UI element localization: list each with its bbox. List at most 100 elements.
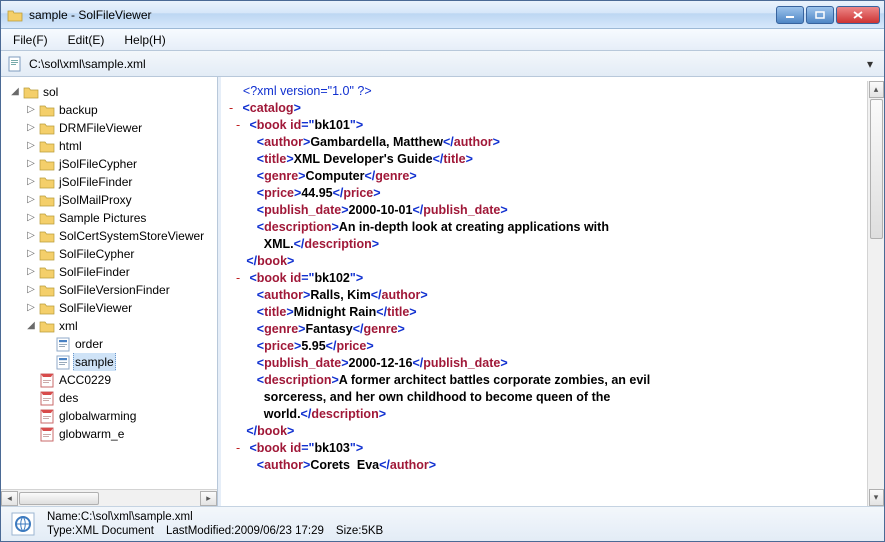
menu-help[interactable]: Help(H)	[116, 31, 173, 49]
tree-panel: ◢sol▷backup▷DRMFileViewer▷html▷jSolFileC…	[1, 77, 218, 506]
tree-item-des[interactable]: des	[3, 389, 215, 407]
h-scroll-thumb[interactable]	[19, 492, 99, 505]
path-text[interactable]: C:\sol\xml\sample.xml	[29, 57, 856, 71]
tree-node-icon	[55, 355, 71, 369]
tree-node-icon	[39, 373, 55, 387]
tree-node-label: sol	[41, 83, 60, 101]
tree-node-label: globwarm_e	[57, 425, 126, 443]
tree-h-scrollbar[interactable]: ◂ ▸	[1, 489, 217, 506]
tree-folder[interactable]: ▷ SolFileViewer	[3, 299, 215, 317]
tree-folder[interactable]: ▷ jSolFileCypher	[3, 155, 215, 173]
tree-node-icon	[39, 211, 55, 225]
xml-viewer-panel: <?xml version="1.0" ?> - <catalog> - <bo…	[218, 77, 884, 506]
tree-node-icon	[23, 85, 39, 99]
app-window: sample - SolFileViewer File(F) Edit(E) H…	[0, 0, 885, 542]
tree-node-icon	[39, 319, 55, 333]
tree-node-icon	[39, 121, 55, 135]
status-size-value: 5KB	[361, 525, 383, 537]
tree-folder[interactable]: ▷ Sample Pictures	[3, 209, 215, 227]
status-details: Name:C:\sol\xml\sample.xml Type:XML Docu…	[47, 510, 383, 538]
scroll-down-button[interactable]: ▾	[869, 489, 884, 506]
tree-node-label: SolFileCypher	[57, 245, 136, 263]
tree-node-label: jSolFileCypher	[57, 155, 139, 173]
tree-node-label: jSolMailProxy	[57, 191, 134, 209]
folder-tree[interactable]: ◢sol▷backup▷DRMFileViewer▷html▷jSolFileC…	[1, 81, 217, 489]
tree-node-label: order	[73, 335, 105, 353]
scroll-left-button[interactable]: ◂	[1, 491, 18, 506]
tree-node-label: xml	[57, 317, 80, 335]
tree-node-label: globalwarming	[57, 407, 138, 425]
tree-node-icon	[39, 247, 55, 261]
maximize-button[interactable]	[806, 6, 834, 24]
tree-toggle-icon[interactable]: ▷	[25, 101, 37, 119]
tree-node-label: ACC0229	[57, 371, 113, 389]
tree-node-icon	[39, 229, 55, 243]
tree-toggle-icon[interactable]: ▷	[25, 227, 37, 245]
window-title: sample - SolFileViewer	[27, 8, 776, 22]
tree-toggle-icon[interactable]: ▷	[25, 173, 37, 191]
tree-folder-root[interactable]: ◢ sol	[3, 83, 215, 101]
close-button[interactable]	[836, 6, 880, 24]
tree-toggle-icon[interactable]: ◢	[9, 83, 21, 101]
scroll-right-button[interactable]: ▸	[200, 491, 217, 506]
tree-toggle-icon[interactable]: ▷	[25, 281, 37, 299]
tree-node-icon	[39, 139, 55, 153]
tree-toggle-icon[interactable]: ▷	[25, 299, 37, 317]
tree-toggle-icon[interactable]: ▷	[25, 245, 37, 263]
tree-node-label: SolFileViewer	[57, 299, 134, 317]
menu-file[interactable]: File(F)	[5, 31, 56, 49]
tree-node-icon	[39, 103, 55, 117]
tree-node-icon	[55, 337, 71, 351]
tree-node-icon	[39, 409, 55, 423]
tree-toggle-icon[interactable]: ▷	[25, 137, 37, 155]
tree-node-icon	[39, 175, 55, 189]
tree-toggle-icon[interactable]: ▷	[25, 119, 37, 137]
tree-folder-xml[interactable]: ◢ xml	[3, 317, 215, 335]
tree-node-label: jSolFileFinder	[57, 173, 134, 191]
tree-node-icon	[39, 265, 55, 279]
tree-toggle-icon[interactable]: ▷	[25, 155, 37, 173]
tree-folder[interactable]: ▷ jSolMailProxy	[3, 191, 215, 209]
tree-item-order[interactable]: order	[3, 335, 215, 353]
pathbar: C:\sol\xml\sample.xml ▾	[1, 51, 884, 77]
tree-folder[interactable]: ▷DRMFileViewer	[3, 119, 215, 137]
tree-node-label: SolFileVersionFinder	[57, 281, 172, 299]
tree-node-icon	[39, 283, 55, 297]
tree-folder[interactable]: ▷ SolFileFinder	[3, 263, 215, 281]
menubar: File(F) Edit(E) Help(H)	[1, 29, 884, 51]
tree-folder[interactable]: ▷html	[3, 137, 215, 155]
tree-folder[interactable]: ▷ SolFileVersionFinder	[3, 281, 215, 299]
tree-node-icon	[39, 301, 55, 315]
tree-node-icon	[39, 391, 55, 405]
tree-node-label: SolFileFinder	[57, 263, 132, 281]
tree-item-ACC0229[interactable]: ACC0229	[3, 371, 215, 389]
v-scroll-thumb[interactable]	[870, 99, 883, 239]
tree-node-icon	[39, 193, 55, 207]
tree-node-label: Sample Pictures	[57, 209, 148, 227]
tree-node-icon	[39, 427, 55, 441]
tree-item-globwarm_e[interactable]: globwarm_e	[3, 425, 215, 443]
viewer-v-scrollbar[interactable]: ▴ ▾	[867, 81, 884, 506]
path-dropdown-icon[interactable]: ▾	[862, 57, 878, 71]
tree-node-icon	[39, 157, 55, 171]
titlebar: sample - SolFileViewer	[1, 1, 884, 29]
tree-item-globalwarming[interactable]: globalwarming	[3, 407, 215, 425]
tree-toggle-icon[interactable]: ▷	[25, 191, 37, 209]
main-body: ◢sol▷backup▷DRMFileViewer▷html▷jSolFileC…	[1, 77, 884, 507]
tree-toggle-icon[interactable]: ▷	[25, 209, 37, 227]
status-size-label: Size:	[336, 525, 362, 537]
status-type-label: Type:	[47, 525, 75, 537]
tree-node-label: des	[57, 389, 80, 407]
tree-folder[interactable]: ▷SolCertSystemStoreViewer	[3, 227, 215, 245]
xml-content[interactable]: <?xml version="1.0" ?> - <catalog> - <bo…	[221, 81, 867, 506]
tree-folder[interactable]: ▷ jSolFileFinder	[3, 173, 215, 191]
tree-folder[interactable]: ▷backup	[3, 101, 215, 119]
tree-toggle-icon[interactable]: ▷	[25, 263, 37, 281]
file-type-icon	[7, 510, 39, 538]
minimize-button[interactable]	[776, 6, 804, 24]
scroll-up-button[interactable]: ▴	[869, 81, 884, 98]
tree-folder[interactable]: ▷ SolFileCypher	[3, 245, 215, 263]
tree-toggle-icon[interactable]: ◢	[25, 317, 37, 335]
tree-item-sample[interactable]: sample	[3, 353, 215, 371]
menu-edit[interactable]: Edit(E)	[60, 31, 113, 49]
